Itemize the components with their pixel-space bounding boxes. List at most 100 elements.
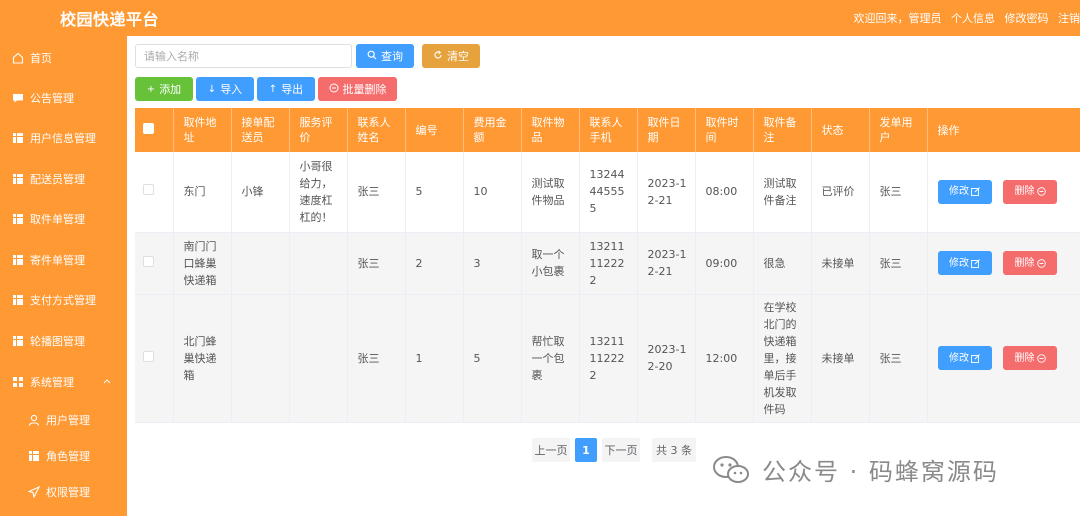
- grid-icon: [12, 335, 24, 347]
- select-all-cell[interactable]: [135, 108, 174, 152]
- column-header: 接单配送员: [231, 108, 290, 152]
- table-cell: 13244445555: [579, 152, 638, 233]
- edit-icon: [971, 353, 980, 363]
- sidebar-item-home[interactable]: 首页: [0, 38, 127, 78]
- delete-button-label: 删除: [1014, 186, 1035, 198]
- edit-button-label: 修改: [949, 257, 969, 269]
- table-cell: 已评价: [811, 152, 870, 233]
- table-cell: 未接单: [811, 294, 870, 423]
- table-cell: [289, 232, 348, 295]
- sidebar-item-label: 取件单管理: [30, 213, 85, 226]
- row-checkbox[interactable]: [143, 350, 154, 362]
- column-header: 取件备注: [753, 108, 812, 152]
- sidebar-item-user-management[interactable]: 用户管理: [0, 400, 127, 440]
- profile-link[interactable]: 个人信息: [951, 12, 995, 25]
- sidebar-item-label: 寄件单管理: [30, 254, 85, 267]
- table-cell: 1: [405, 294, 464, 423]
- row-select-cell[interactable]: [135, 152, 174, 233]
- select-all-checkbox[interactable]: [143, 122, 154, 134]
- sidebar-item-label: 权限管理: [46, 486, 90, 499]
- table-cell: 张三: [347, 152, 406, 233]
- grid-icon: [12, 132, 24, 144]
- wechat-icon: [712, 455, 750, 485]
- table-cell: 12:00: [695, 294, 754, 423]
- refresh-icon: [433, 50, 443, 63]
- export-button[interactable]: ↑ 导出: [257, 77, 315, 101]
- row-select-cell[interactable]: [135, 232, 174, 295]
- reset-button-label: 清空: [447, 50, 469, 63]
- edit-button[interactable]: 修改: [937, 251, 992, 275]
- table-cell: 3: [463, 232, 522, 295]
- app-title: 校园快递平台: [60, 10, 160, 29]
- sidebar-item-system[interactable]: 系统管理: [0, 362, 127, 402]
- table-cell: 张三: [869, 294, 928, 423]
- table-cell: [289, 294, 348, 423]
- table-row: 北门蜂巢快递箱 张三 1 5 帮忙取一个包裹 13211112222 2023-…: [135, 294, 1080, 423]
- batch-delete-button[interactable]: 批量删除: [318, 77, 397, 101]
- search-icon: [367, 50, 377, 63]
- sidebar-item-carousel[interactable]: 轮播图管理: [0, 321, 127, 361]
- table-cell: 测试取件备注: [753, 152, 812, 233]
- table-cell: 5: [463, 294, 522, 423]
- actions-cell: 修改 删除: [927, 232, 1080, 295]
- delete-button-label: 删除: [1014, 352, 1035, 364]
- change-password-link[interactable]: 修改密码: [1005, 12, 1049, 25]
- table-cell: 张三: [869, 152, 928, 233]
- sidebar-item-user-info[interactable]: 用户信息管理: [0, 118, 127, 158]
- table-cell: 张三: [347, 294, 406, 423]
- sidebar-item-label: 系统管理: [30, 376, 74, 389]
- prev-page-button[interactable]: 上一页: [532, 438, 570, 462]
- total-count: 共 3 条: [652, 438, 696, 462]
- row-checkbox[interactable]: [143, 184, 154, 196]
- search-button[interactable]: 查询: [356, 44, 414, 68]
- sidebar-item-permission-management[interactable]: 权限管理: [0, 472, 127, 512]
- table-cell: 取一个小包裹: [521, 232, 580, 295]
- row-select-cell[interactable]: [135, 294, 174, 423]
- next-page-button[interactable]: 下一页: [602, 438, 640, 462]
- column-header: 取件时间: [695, 108, 754, 152]
- sidebar-item-notices[interactable]: 公告管理: [0, 78, 127, 118]
- edit-button[interactable]: 修改: [937, 346, 992, 370]
- reset-button[interactable]: 清空: [422, 44, 480, 68]
- table-cell: 小锋: [231, 152, 290, 233]
- table-cell: 09:00: [695, 232, 754, 295]
- import-button-label: 导入: [220, 83, 243, 96]
- menu-icon: [12, 376, 24, 388]
- export-button-label: 导出: [281, 83, 304, 96]
- sidebar-item-pickup-orders[interactable]: 取件单管理: [0, 199, 127, 239]
- grid-icon: [12, 254, 24, 266]
- logout-link[interactable]: 注销: [1058, 12, 1080, 25]
- import-button[interactable]: ↓ 导入: [196, 77, 254, 101]
- table-cell: [231, 232, 290, 295]
- table-cell: 5: [405, 152, 464, 233]
- edit-button[interactable]: 修改: [937, 179, 992, 204]
- arrow-down-icon: ↓: [207, 83, 217, 95]
- column-header: 操作: [927, 108, 1080, 152]
- column-header: 发单用户: [869, 108, 928, 152]
- page-1-button[interactable]: 1: [575, 438, 597, 462]
- add-button[interactable]: + 添加: [135, 77, 193, 101]
- data-table: 取件地址 接单配送员 服务评价 联系人姓名 编号 费用金额 取件物品 联系人手机…: [135, 108, 1080, 423]
- table-cell: 2023-12-21: [637, 232, 696, 295]
- table-cell: 13211112222: [579, 232, 638, 295]
- column-header: 状态: [811, 108, 870, 152]
- grid-icon: [12, 173, 24, 185]
- row-checkbox[interactable]: [143, 255, 154, 267]
- sidebar-item-label: 用户管理: [46, 414, 90, 427]
- sidebar-item-couriers[interactable]: 配送员管理: [0, 159, 127, 199]
- column-header: 联系人手机: [579, 108, 638, 152]
- delete-button[interactable]: 删除: [1003, 251, 1057, 275]
- delete-button[interactable]: 删除: [1003, 346, 1057, 370]
- user-icon: [28, 414, 40, 426]
- header-right: 欢迎回来，管理员 个人信息 修改密码 注销: [848, 10, 1080, 26]
- delete-button[interactable]: 删除: [1003, 179, 1057, 204]
- table-cell: 2023-12-21: [637, 152, 696, 233]
- table-cell: 北门蜂巢快递箱: [173, 294, 232, 423]
- sidebar-item-role-management[interactable]: 角色管理: [0, 436, 127, 476]
- sidebar-item-label: 轮播图管理: [30, 335, 85, 348]
- delete-button-label: 删除: [1014, 257, 1035, 269]
- sidebar-item-payment-methods[interactable]: 支付方式管理: [0, 280, 127, 320]
- sidebar-item-send-orders[interactable]: 寄件单管理: [0, 240, 127, 280]
- search-input[interactable]: [135, 44, 352, 68]
- minus-circle-icon: [1036, 187, 1046, 196]
